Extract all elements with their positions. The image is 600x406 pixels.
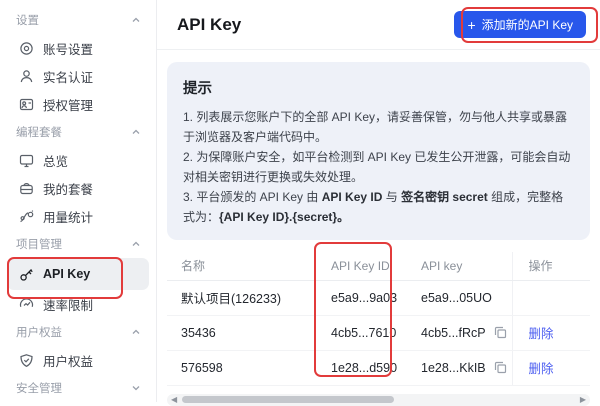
tips-panel: 提示 1. 列表展示您账户下的全部 API Key，请妥善保管，勿与他人共享或暴… <box>167 62 590 240</box>
sidebar-item-label: 我的套餐 <box>43 179 93 198</box>
column-header-api-key-id: API Key ID <box>317 252 407 280</box>
sidebar-item-rate-limit[interactable]: 速率限制 <box>0 290 156 318</box>
table-row: 默认项目(126233) e5a9...9a03 e5a9...05UO <box>167 280 590 315</box>
copy-icon[interactable] <box>494 326 507 339</box>
section-label: 编程套餐 <box>16 124 62 140</box>
table-row: 576598 1e28...d590 1e28...KkIB 删除 <box>167 350 590 385</box>
chevron-down-icon <box>131 383 141 393</box>
main-panel: API Key + 添加新的API Key 提示 1. 列表展示您账户下的全部 … <box>157 0 600 402</box>
section-label: 项目管理 <box>16 236 62 252</box>
add-api-key-button-label: 添加新的API Key <box>482 16 573 33</box>
cell-name: 35436 <box>167 315 317 350</box>
cell-name: 默认项目(126233) <box>167 280 317 315</box>
cell-action: 删除 <box>512 350 590 385</box>
tips-line-2: 2. 为保障账户安全，如平台检测到 API Key 已发生公开泄露，可能会自动对… <box>183 147 574 187</box>
column-header-api-key: API key <box>407 252 512 280</box>
sidebar-item-label: API Key <box>43 267 90 281</box>
sidebar-item-label: 用量统计 <box>43 207 93 226</box>
tips-line-1: 1. 列表展示您账户下的全部 API Key，请妥善保管，勿与他人共享或暴露于浏… <box>183 107 574 147</box>
person-icon <box>19 69 34 84</box>
scroll-right-arrow-icon[interactable]: ▶ <box>580 396 586 404</box>
sidebar-item-label: 总览 <box>43 151 68 170</box>
chevron-up-icon <box>131 327 141 337</box>
sidebar-section-user-benefits[interactable]: 用户权益 <box>0 318 156 346</box>
cell-api-key-id: 4cb5...7610 <box>317 315 407 350</box>
sidebar-item-usage-stats[interactable]: 用量统计 <box>0 202 156 230</box>
cell-api-key: e5a9...05UO <box>407 280 512 315</box>
cell-api-key: 4cb5...fRcP <box>407 315 512 350</box>
table-row: 35436 4cb5...7610 4cb5...fRcP 删除 <box>167 315 590 350</box>
api-key-console-page: 设置 账号设置 实名认证 授权管理 编程套餐 <box>0 0 600 402</box>
idcard-icon <box>19 97 34 112</box>
section-label: 安全管理 <box>16 380 62 396</box>
cell-api-key: 1e28...KkIB <box>407 350 512 385</box>
shield-icon <box>19 353 34 368</box>
sidebar-item-label: 授权管理 <box>43 95 93 114</box>
page-header: API Key + 添加新的API Key <box>157 0 600 50</box>
chevron-up-icon <box>131 127 141 137</box>
horizontal-scrollbar[interactable]: ◀ ▶ <box>167 394 590 406</box>
sidebar-item-label: 账号设置 <box>43 39 93 58</box>
sidebar-item-label: 实名认证 <box>43 67 93 86</box>
monitor-icon <box>19 153 34 168</box>
api-key-table: 名称 API Key ID API key 操作 默认项目(126233) e5… <box>167 252 590 386</box>
sidebar-section-settings[interactable]: 设置 <box>0 6 156 34</box>
sidebar-section-programming-plan[interactable]: 编程套餐 <box>0 118 156 146</box>
account-settings-icon <box>19 41 34 56</box>
delete-link[interactable]: 删除 <box>529 362 554 376</box>
package-icon <box>19 181 34 196</box>
usage-stats-icon <box>19 209 34 224</box>
sidebar-item-user-benefits[interactable]: 用户权益 <box>0 346 156 374</box>
add-api-key-button[interactable]: + 添加新的API Key <box>454 11 586 38</box>
copy-icon[interactable] <box>494 361 507 374</box>
sidebar: 设置 账号设置 实名认证 授权管理 编程套餐 <box>0 0 157 402</box>
scroll-left-arrow-icon[interactable]: ◀ <box>171 396 177 404</box>
chevron-up-icon <box>131 239 141 249</box>
sidebar-item-realname-auth[interactable]: 实名认证 <box>0 62 156 90</box>
delete-link[interactable]: 删除 <box>529 327 554 341</box>
sidebar-item-authorization-mgmt[interactable]: 授权管理 <box>0 90 156 118</box>
plus-icon: + <box>467 18 475 32</box>
cell-name: 576598 <box>167 350 317 385</box>
cell-action: 删除 <box>512 315 590 350</box>
sidebar-item-account-settings[interactable]: 账号设置 <box>0 34 156 62</box>
cell-api-key-id: 1e28...d590 <box>317 350 407 385</box>
key-icon <box>19 267 34 282</box>
tips-line-3: 3. 平台颁发的 API Key 由 API Key ID 与 签名密钥 sec… <box>183 187 574 227</box>
content-area: 提示 1. 列表展示您账户下的全部 API Key，请妥善保管，勿与他人共享或暴… <box>157 50 600 406</box>
sidebar-item-my-plan[interactable]: 我的套餐 <box>0 174 156 202</box>
page-title: API Key <box>177 15 241 35</box>
sidebar-item-api-key[interactable]: API Key <box>7 258 149 290</box>
sidebar-item-overview[interactable]: 总览 <box>0 146 156 174</box>
cell-action <box>512 280 590 315</box>
chevron-up-icon <box>131 15 141 25</box>
sidebar-item-label: 速率限制 <box>43 295 93 314</box>
tips-title: 提示 <box>183 77 574 98</box>
cell-api-key-id: e5a9...9a03 <box>317 280 407 315</box>
sidebar-item-label: 用户权益 <box>43 351 93 370</box>
gauge-icon <box>19 297 34 312</box>
column-header-action: 操作 <box>512 252 590 280</box>
sidebar-section-security-mgmt[interactable]: 安全管理 <box>0 374 156 402</box>
section-label: 设置 <box>16 12 39 28</box>
table-header-row: 名称 API Key ID API key 操作 <box>167 252 590 280</box>
section-label: 用户权益 <box>16 324 62 340</box>
column-header-name: 名称 <box>167 252 317 280</box>
sidebar-section-project-mgmt[interactable]: 项目管理 <box>0 230 156 258</box>
